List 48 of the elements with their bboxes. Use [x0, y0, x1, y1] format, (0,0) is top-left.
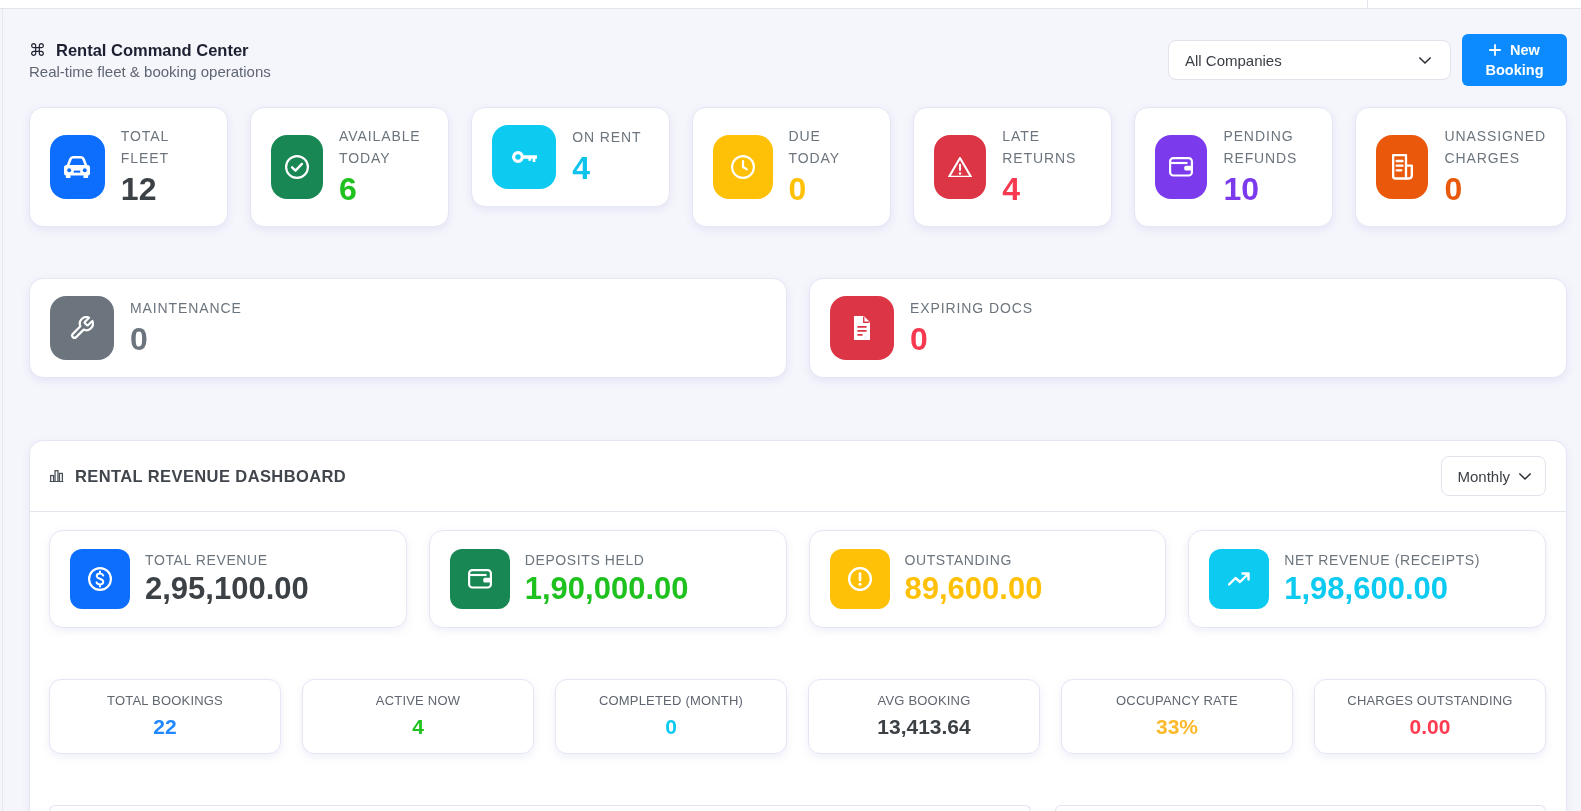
stat-value: 0 [664, 714, 678, 740]
bar-chart-icon [49, 469, 64, 483]
chevron-down-icon [1519, 472, 1531, 480]
revenue-amount: 2,95,100.00 [145, 570, 310, 608]
plus-icon [1489, 44, 1502, 56]
chevron-down-icon [1419, 56, 1431, 64]
stat-value: 0 [130, 320, 149, 359]
stat-value: 10 [1223, 170, 1260, 209]
stat-label: MAINTENANCE [130, 299, 243, 318]
stat-label: TOTAL BOOKINGS [106, 692, 224, 710]
stat-value: 0 [1444, 170, 1464, 209]
stat-value: 6 [339, 170, 358, 209]
stat-label: TOTAL FLEET [120, 127, 170, 168]
revenue-label: DEPOSITS HELD [524, 551, 646, 570]
stat-label: UNASSIGNED CHARGES [1444, 127, 1547, 168]
revenue-amount: 89,600.00 [904, 570, 1044, 608]
stat-value: 4 [411, 714, 425, 740]
page-title: Rental Command Center [56, 39, 249, 61]
revenue-label: TOTAL REVENUE [145, 551, 269, 570]
stat-value: 0 [910, 320, 929, 359]
revenue-label: OUTSTANDING [904, 551, 1013, 570]
stat-value: 12 [120, 170, 158, 209]
stat-value: 4 [1002, 170, 1022, 209]
company-dropdown[interactable]: All Companies [1168, 40, 1451, 80]
revenue-label: NET REVENUE (RECEIPTS) [1284, 551, 1481, 570]
stat-label: AVG BOOKING [876, 692, 972, 710]
stat-value: 33% [1155, 714, 1199, 740]
period-dropdown[interactable]: Monthly [1441, 456, 1546, 496]
stat-label: ACTIVE NOW [374, 692, 462, 710]
panel-title: RENTAL REVENUE DASHBOARD [75, 466, 347, 486]
stat-value: 0.00 [1408, 714, 1452, 740]
revenue-amount: 1,90,000.00 [524, 570, 690, 608]
stat-label: COMPLETED (MONTH) [597, 692, 745, 710]
stat-label: LATE RETURNS [1002, 127, 1078, 168]
stat-label: EXPIRING DOCS [910, 299, 1034, 318]
stat-value: 4 [572, 149, 591, 188]
stat-label: CHARGES OUTSTANDING [1346, 692, 1514, 710]
stat-label: DUE TODAY [788, 127, 841, 168]
stat-label: ON RENT [572, 128, 643, 147]
command-icon: ⌘ [29, 38, 46, 61]
stat-label: PENDING REFUNDS [1223, 127, 1299, 168]
stat-value: 22 [152, 714, 178, 740]
stat-label: OCCUPANCY RATE [1115, 692, 1239, 710]
page-subtitle: Real-time fleet & booking operations [29, 61, 271, 82]
stat-value: 13,413.64 [876, 714, 972, 740]
revenue-amount: 1,98,600.00 [1284, 570, 1449, 608]
stat-label: AVAILABLE TODAY [339, 127, 422, 168]
stat-value: 0 [788, 170, 808, 209]
